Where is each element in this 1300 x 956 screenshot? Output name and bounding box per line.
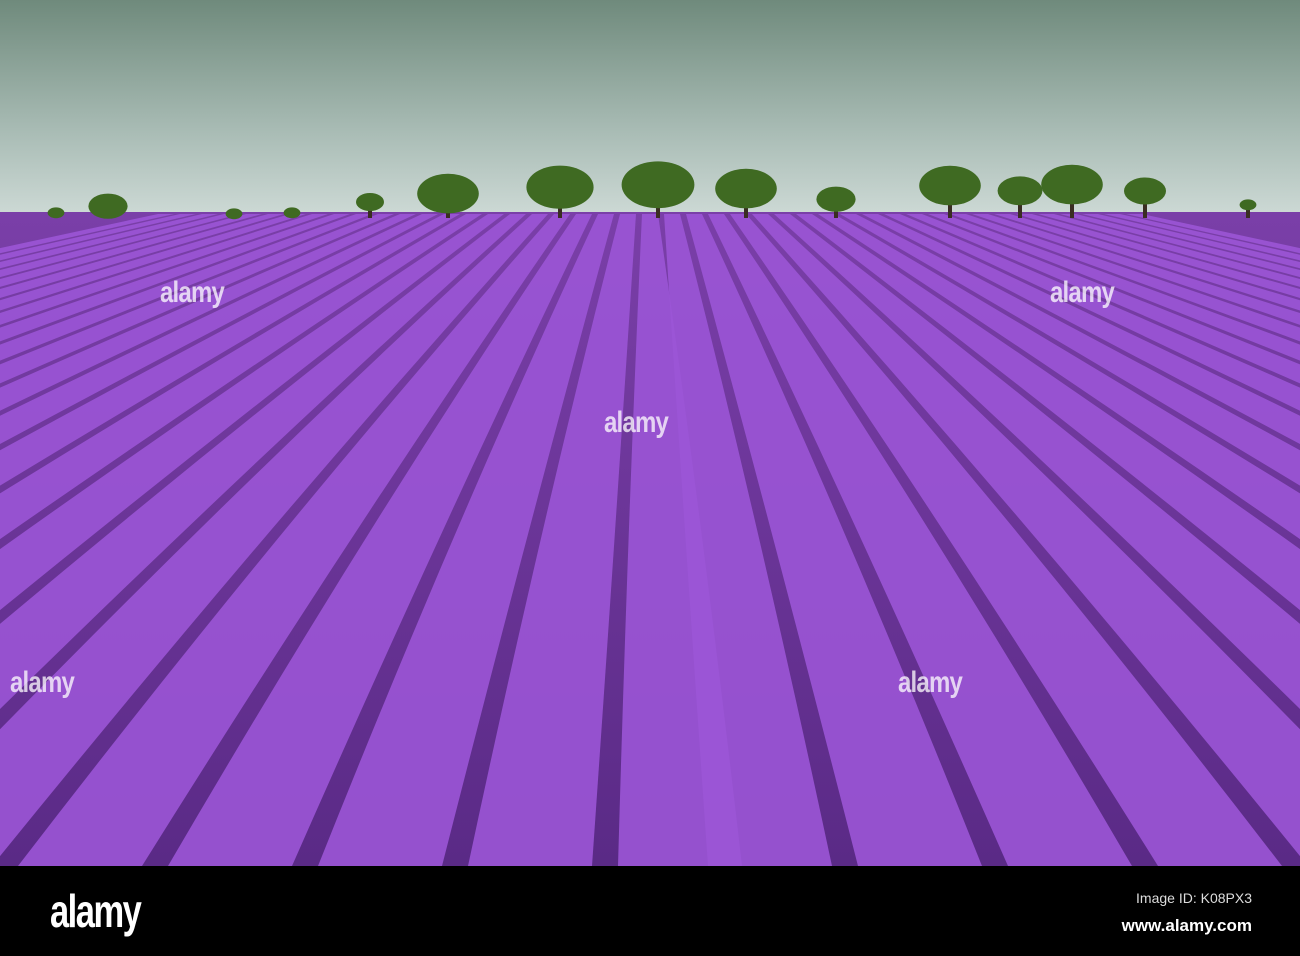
footer-bar: alamy Image ID: K08PX3 www.alamy.com (0, 866, 1300, 956)
tree (47, 207, 65, 219)
site-url: www.alamy.com (1121, 916, 1252, 935)
watermark: alamy (10, 666, 75, 699)
lavender-rows (0, 214, 1300, 866)
image-id: Image ID: K08PX3 (1136, 890, 1252, 906)
watermark: alamy (898, 666, 963, 699)
tree (283, 207, 301, 219)
tree (225, 208, 243, 220)
watermark: alamy (1050, 276, 1115, 309)
tree (88, 193, 128, 219)
alamy-logo: alamy (50, 885, 142, 937)
watermark: alamy (604, 406, 669, 439)
watermark: alamy (160, 276, 225, 309)
